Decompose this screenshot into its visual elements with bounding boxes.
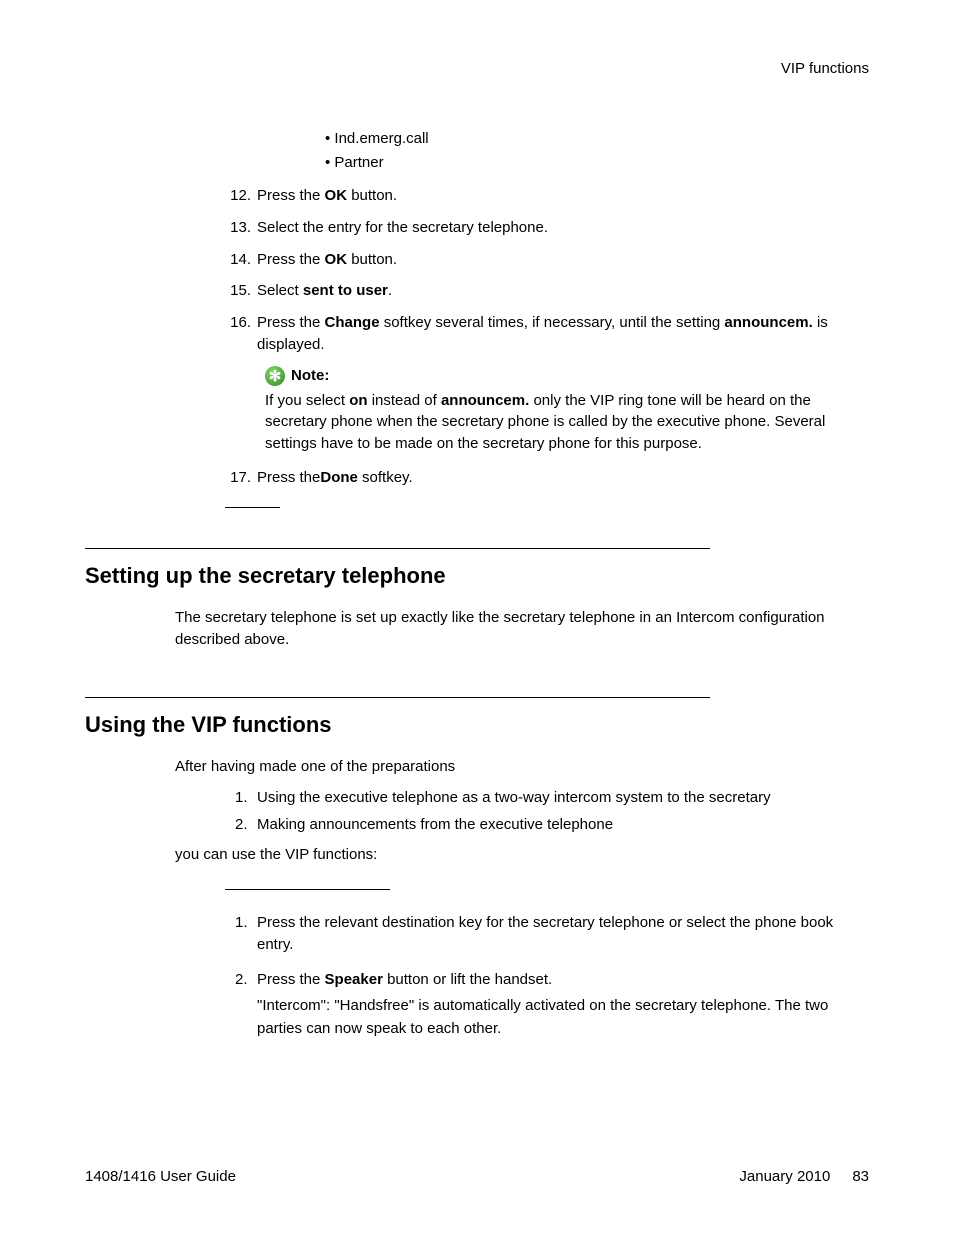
step-row: 12. Press the OK button. — [225, 185, 869, 207]
step-row: 16. Press the Change softkey several tim… — [225, 312, 869, 356]
vip-steps-list: 1. Press the relevant destination key fo… — [235, 912, 869, 1041]
note-label: Note: — [291, 367, 329, 384]
list-text: Making announcements from the executive … — [257, 811, 613, 838]
list-item: 1. Using the executive telephone as a tw… — [235, 784, 869, 811]
divider-section — [85, 548, 710, 549]
step-row: 15. Select sent to user. — [225, 280, 869, 302]
numbered-steps-continued-2: 17. Press theDone softkey. — [225, 467, 869, 489]
step-text: Press the Speaker button or lift the han… — [257, 969, 869, 1041]
divider-short — [225, 507, 280, 508]
note-body: If you select on instead of announcem. o… — [265, 390, 869, 455]
step-number: 13. — [225, 217, 257, 239]
step-number: 15. — [225, 280, 257, 302]
step-text: Press the OK button. — [257, 249, 869, 271]
footer-right: January 2010 83 — [739, 1168, 869, 1185]
step-text: Press the OK button. — [257, 185, 869, 207]
note-icon: ✻ — [265, 366, 285, 386]
step-text: Select sent to user. — [257, 280, 869, 302]
preparation-list: 1. Using the executive telephone as a tw… — [235, 784, 869, 838]
footer-date: January 2010 — [739, 1168, 830, 1185]
note-header: ✻ Note: — [265, 366, 869, 386]
outro-text: you can use the VIP functions: — [175, 844, 869, 867]
step-text: Press theDone softkey. — [257, 467, 869, 489]
step-row: 14. Press the OK button. — [225, 249, 869, 271]
list-text: Using the executive telephone as a two-w… — [257, 784, 771, 811]
step-number: 17. — [225, 467, 257, 489]
step-text: Press the relevant destination key for t… — [257, 912, 869, 957]
footer-doc-title: 1408/1416 User Guide — [85, 1168, 236, 1185]
step-number: 12. — [225, 185, 257, 207]
step-text: Press the Change softkey several times, … — [257, 312, 869, 356]
section-heading: Using the VIP functions — [85, 712, 869, 738]
list-number: 1. — [235, 784, 257, 811]
section-body: The secretary telephone is set up exactl… — [175, 607, 869, 652]
header-section-label: VIP functions — [85, 60, 869, 77]
step-number: 16. — [225, 312, 257, 356]
step-text: Select the entry for the secretary telep… — [257, 217, 869, 239]
divider-section — [85, 697, 710, 698]
sub-bullet-list: Ind.emerg.call Partner — [325, 127, 869, 175]
step-row: 13. Select the entry for the secretary t… — [225, 217, 869, 239]
intro-text: After having made one of the preparation… — [175, 756, 869, 779]
numbered-steps-continued: 12. Press the OK button. 13. Select the … — [225, 185, 869, 356]
step-number: 2. — [235, 969, 257, 1041]
note-block: ✻ Note: If you select on instead of anno… — [265, 366, 869, 455]
step-row: 2. Press the Speaker button or lift the … — [235, 969, 869, 1041]
section-heading: Setting up the secretary telephone — [85, 563, 869, 589]
step-row: 1. Press the relevant destination key fo… — [235, 912, 869, 957]
bullet-item: Ind.emerg.call — [325, 127, 869, 151]
footer-page-number: 83 — [852, 1168, 869, 1185]
step-number: 14. — [225, 249, 257, 271]
page-container: VIP functions Ind.emerg.call Partner 12.… — [0, 0, 954, 1235]
list-number: 2. — [235, 811, 257, 838]
step-row: 17. Press theDone softkey. — [225, 467, 869, 489]
list-item: 2. Making announcements from the executi… — [235, 811, 869, 838]
divider-mid — [225, 889, 390, 890]
bullet-item: Partner — [325, 151, 869, 175]
page-footer: 1408/1416 User Guide January 2010 83 — [85, 1168, 869, 1185]
step-number: 1. — [235, 912, 257, 957]
